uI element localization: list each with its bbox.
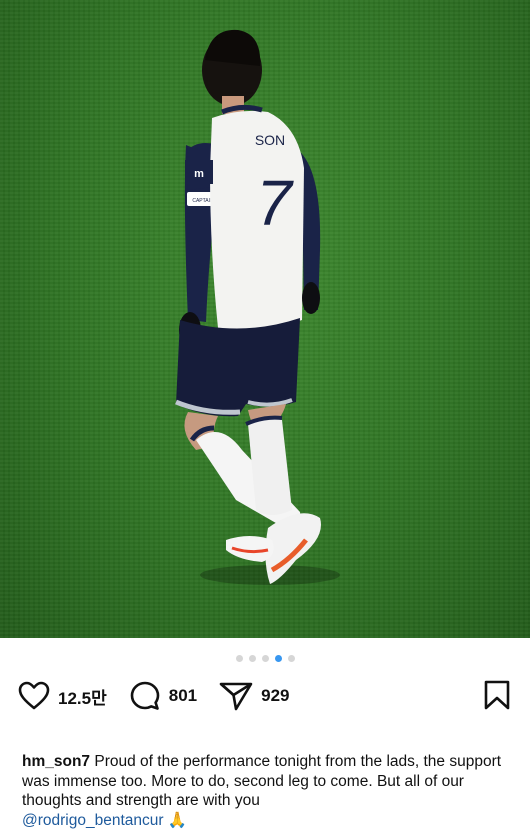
post-actions-bar: 12.5만 801 929 bbox=[18, 678, 514, 714]
post-caption: hm_son7 Proud of the performance tonight… bbox=[22, 752, 512, 830]
heart-icon[interactable] bbox=[18, 681, 50, 711]
share-button[interactable]: 929 bbox=[219, 681, 289, 711]
like-button[interactable]: 12.5만 bbox=[18, 681, 107, 711]
share-count: 929 bbox=[261, 686, 290, 705]
svg-text:m: m bbox=[194, 168, 204, 180]
caption-text: Proud of the performance tonight from th… bbox=[22, 753, 502, 809]
like-count: 12.5만 bbox=[58, 688, 107, 708]
comment-bubble-icon[interactable] bbox=[129, 680, 161, 712]
caption-mention[interactable]: @rodrigo_bentancur bbox=[22, 812, 164, 829]
player-illustration: CAPTAIN m SON 7 bbox=[175, 29, 340, 585]
carousel-dot bbox=[248, 655, 256, 662]
post-photo[interactable]: CAPTAIN m SON 7 bbox=[0, 0, 530, 638]
bookmark-icon[interactable] bbox=[484, 680, 510, 710]
paper-plane-icon[interactable] bbox=[219, 681, 253, 711]
comment-count: 801 bbox=[168, 686, 198, 705]
carousel-dot bbox=[235, 655, 243, 662]
carousel-indicator bbox=[0, 655, 530, 662]
shirt-name: SON bbox=[255, 132, 285, 148]
carousel-dot-active bbox=[274, 655, 282, 662]
carousel-dot bbox=[287, 655, 295, 662]
folded-hands-emoji: 🙏 bbox=[167, 811, 188, 829]
caption-username[interactable]: hm_son7 bbox=[22, 753, 90, 770]
shirt-number: 7 bbox=[256, 167, 294, 239]
comment-button[interactable]: 801 bbox=[129, 680, 197, 712]
carousel-dot bbox=[261, 655, 269, 662]
